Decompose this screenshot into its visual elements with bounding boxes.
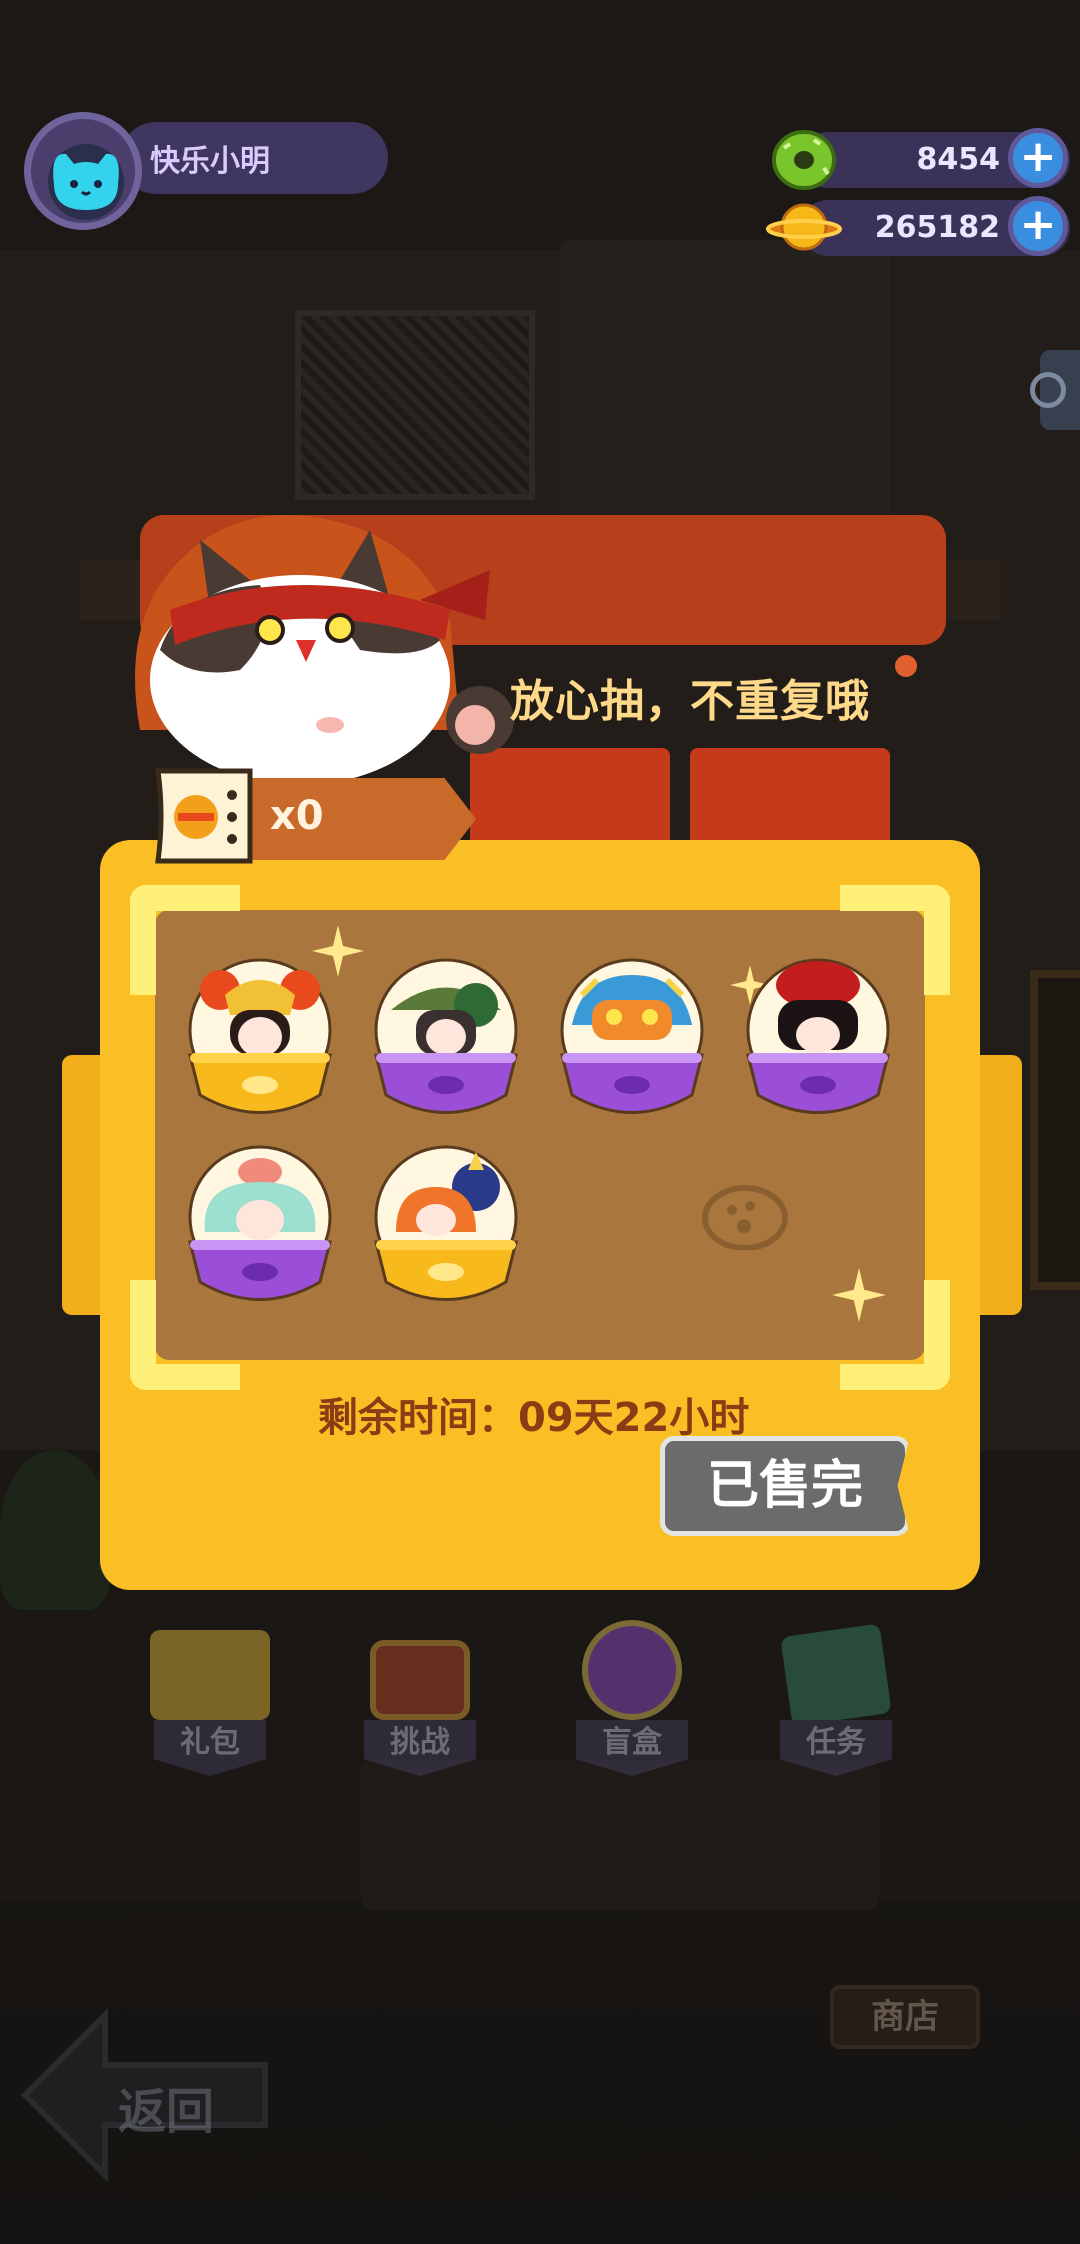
remaining-time: 剩余时间：09天22小时 — [318, 1395, 750, 1441]
donut-count: 8454 — [916, 142, 1001, 177]
magnifier-icon — [1030, 372, 1066, 408]
header-dot — [895, 655, 917, 677]
bg-tree — [0, 1450, 110, 1610]
red-envelope-deco — [690, 748, 890, 848]
sold-out-button[interactable]: 已售完 — [660, 1436, 910, 1536]
red-hat-doll-icon — [746, 958, 890, 1114]
back-label: 返回 — [118, 2084, 215, 2140]
nav-label: 盲盒 — [576, 1720, 688, 1776]
nav-challenge[interactable]: 挑战 — [350, 1600, 490, 1790]
add-donut-button[interactable]: + — [1008, 128, 1068, 188]
tv-icon — [370, 1640, 470, 1720]
gift-box-icon — [150, 1630, 270, 1720]
bg-machine — [1030, 970, 1080, 1290]
nav-label: 任务 — [780, 1720, 892, 1776]
nav-blind-box[interactable]: 盲盒 — [562, 1600, 702, 1790]
bamboo-hat-doll-icon — [374, 958, 518, 1114]
capsule-icon — [582, 1620, 682, 1720]
nav-label: 挑战 — [364, 1720, 476, 1776]
coin-count: 265182 — [874, 210, 1000, 245]
prize-item-bamboo-hat-doll[interactable] — [366, 955, 526, 1125]
draw-ticket-icon — [155, 768, 253, 864]
cat-avatar-icon — [48, 144, 124, 220]
player-name: 快乐小明 — [150, 144, 270, 179]
nav-gift-pack[interactable]: 礼包 — [140, 1600, 280, 1790]
cat-mascot-icon — [135, 515, 514, 785]
panel-handle-right — [978, 1055, 1022, 1315]
add-coin-button[interactable]: + — [1008, 196, 1068, 256]
prize-item-mint-cloud-doll[interactable] — [180, 1142, 340, 1312]
prize-item-lion-dance-doll[interactable] — [552, 955, 712, 1125]
mint-cloud-doll-icon — [188, 1145, 332, 1301]
peking-opera-doll-icon — [188, 958, 332, 1114]
prize-item-red-hat-doll[interactable] — [738, 955, 898, 1125]
ticket-count: x0 — [270, 793, 324, 839]
prize-item-peking-opera-doll[interactable] — [180, 955, 340, 1125]
task-board-icon — [780, 1623, 892, 1727]
shop-button[interactable]: 商店 — [830, 1985, 980, 2049]
sparkle-icon — [832, 1268, 886, 1322]
bg-roof — [560, 240, 890, 540]
paw-watermark-icon — [702, 1185, 788, 1250]
nav-tasks[interactable]: 任务 — [766, 1600, 906, 1790]
fox-duo-doll-icon — [374, 1145, 518, 1301]
prize-item-fox-duo-doll[interactable] — [366, 1142, 526, 1312]
lion-dance-doll-icon — [560, 958, 704, 1114]
popup-slogan: 放心抽，不重复哦 — [510, 676, 870, 727]
bg-window — [295, 310, 535, 500]
nav-label: 礼包 — [154, 1720, 266, 1776]
